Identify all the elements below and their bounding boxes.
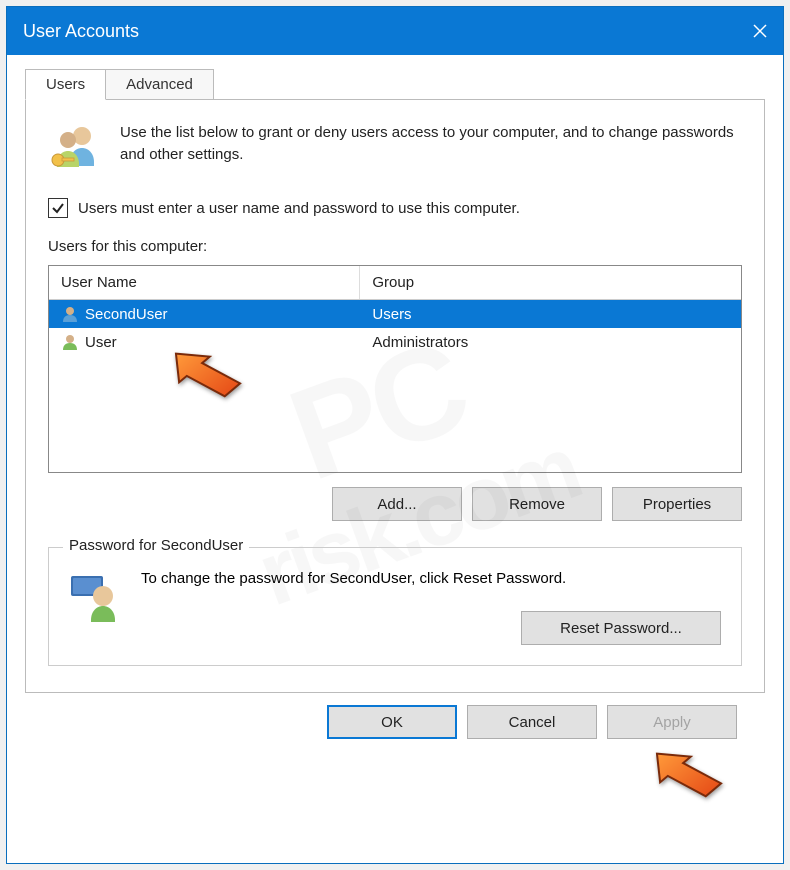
user-icon bbox=[61, 305, 79, 323]
user-card-icon bbox=[69, 570, 123, 624]
column-header-group[interactable]: Group bbox=[360, 266, 741, 299]
tab-advanced[interactable]: Advanced bbox=[106, 69, 214, 100]
content-area: PC risk.com Users Advanced Use the list … bbox=[7, 55, 783, 863]
window-title: User Accounts bbox=[23, 21, 737, 42]
table-row[interactable]: SecondUser Users bbox=[49, 300, 741, 328]
ok-button[interactable]: OK bbox=[327, 705, 457, 739]
table-row[interactable]: User Administrators bbox=[49, 328, 741, 356]
apply-button[interactable]: Apply bbox=[607, 705, 737, 739]
remove-button[interactable]: Remove bbox=[472, 487, 602, 521]
reset-password-button[interactable]: Reset Password... bbox=[521, 611, 721, 645]
close-button[interactable] bbox=[737, 7, 783, 55]
tabs-strip: Users Advanced bbox=[25, 69, 765, 100]
password-text: To change the password for SecondUser, c… bbox=[141, 570, 721, 587]
tab-users[interactable]: Users bbox=[25, 69, 106, 100]
user-icon bbox=[61, 333, 79, 351]
userlist-label: Users for this computer: bbox=[48, 238, 742, 255]
require-password-checkbox[interactable] bbox=[48, 198, 68, 218]
add-button[interactable]: Add... bbox=[332, 487, 462, 521]
users-list[interactable]: User Name Group SecondUser Users bbox=[48, 265, 742, 473]
list-header: User Name Group bbox=[49, 266, 741, 300]
users-key-icon bbox=[48, 122, 102, 176]
properties-button[interactable]: Properties bbox=[612, 487, 742, 521]
intro-row: Use the list below to grant or deny user… bbox=[48, 122, 742, 176]
password-groupbox: Password for SecondUser To change the pa… bbox=[48, 547, 742, 666]
tab-body: Use the list below to grant or deny user… bbox=[25, 99, 765, 693]
cancel-button[interactable]: Cancel bbox=[467, 705, 597, 739]
checkmark-icon bbox=[51, 201, 65, 215]
titlebar: User Accounts bbox=[7, 7, 783, 55]
dialog-button-row: OK Cancel Apply bbox=[25, 693, 765, 757]
column-header-username[interactable]: User Name bbox=[49, 266, 360, 299]
require-password-row: Users must enter a user name and passwor… bbox=[48, 198, 742, 218]
require-password-label: Users must enter a user name and passwor… bbox=[78, 200, 520, 217]
user-button-row: Add... Remove Properties bbox=[48, 487, 742, 521]
user-accounts-dialog: User Accounts PC risk.com Users Advanced bbox=[6, 6, 784, 864]
intro-text: Use the list below to grant or deny user… bbox=[120, 122, 742, 166]
password-groupbox-title: Password for SecondUser bbox=[63, 537, 249, 554]
close-icon bbox=[753, 24, 767, 38]
